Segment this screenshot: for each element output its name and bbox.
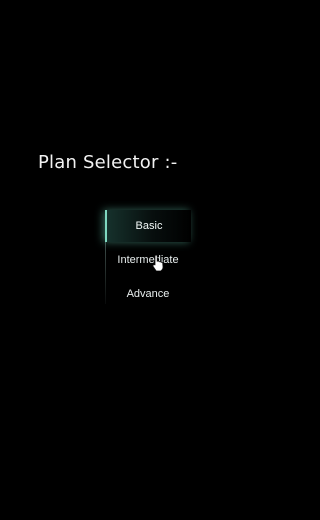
plan-option-basic[interactable]: Basic	[105, 210, 191, 242]
plan-selector: Basic Intermediate Advance	[105, 208, 191, 304]
plan-option-advance[interactable]: Advance	[105, 278, 191, 310]
plan-option-intermediate[interactable]: Intermediate	[105, 244, 191, 276]
page-title: Plan Selector :-	[38, 152, 178, 173]
